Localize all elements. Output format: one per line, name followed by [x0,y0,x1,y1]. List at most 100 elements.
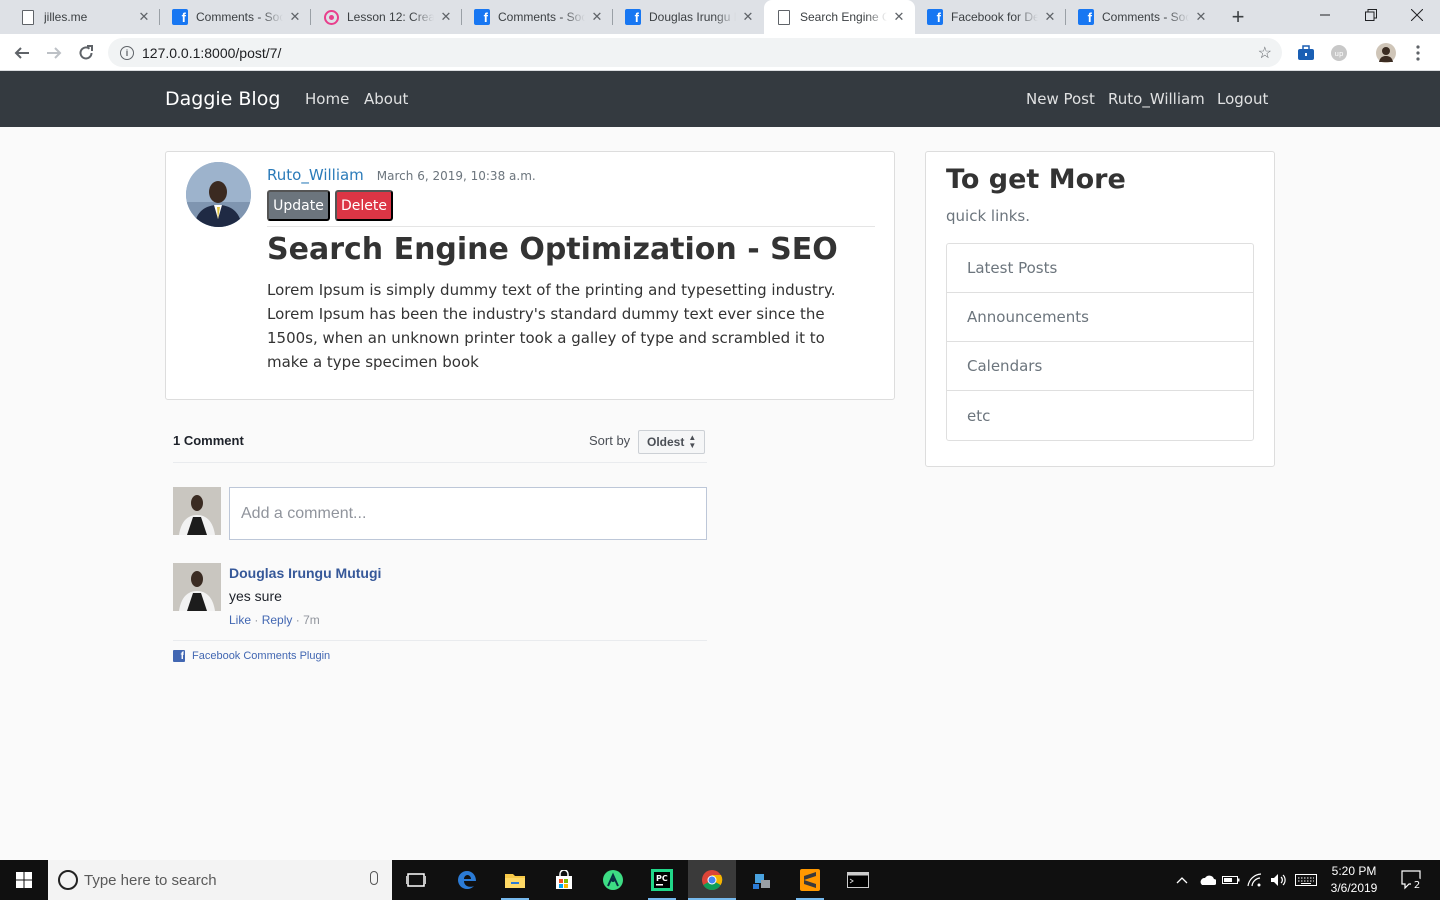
comments-header: 1 Comment Sort by Oldest ▲ ▼ [173,425,707,463]
profile-avatar[interactable] [1376,43,1396,63]
close-icon[interactable]: ✕ [1042,9,1058,25]
comment-age: 7m [303,613,320,627]
post-card: Ruto_William March 6, 2019, 10:38 a.m. U… [165,151,895,400]
tab-title: Search Engine Op [800,10,887,24]
nav-link-profile[interactable]: Ruto_William [1108,90,1205,108]
flower-icon [323,9,339,25]
comment-actions: Like · Reply · 7m [229,613,320,627]
comment-count: 1 Comment [173,433,244,448]
onedrive-icon[interactable] [1196,860,1218,900]
comment-input[interactable]: Add a comment... [229,487,707,540]
cortana-icon [58,870,78,890]
facebook-plugin-link[interactable]: Facebook Comments Plugin [192,650,330,662]
volume-icon[interactable] [1268,860,1290,900]
minimize-button[interactable] [1302,0,1348,30]
doc-icon [20,9,36,25]
browser-tab-active[interactable]: Search Engine Op ✕ [764,0,915,34]
close-icon[interactable]: ✕ [1193,9,1209,25]
update-button[interactable]: Update [267,190,330,221]
quick-link-calendars[interactable]: Calendars [947,342,1253,391]
new-tab-button[interactable]: + [1226,4,1250,29]
browser-tab[interactable]: f Comments - Social ✕ [160,0,311,34]
nav-link-new-post[interactable]: New Post [1026,90,1095,108]
extension-circle-icon[interactable]: up [1329,43,1349,63]
post-meta: Ruto_William March 6, 2019, 10:38 a.m. [267,166,536,184]
browser-tab[interactable]: Lesson 12: Create ✕ [311,0,462,34]
windows-taskbar: Type here to search PC 5:20 PM 3/6/2019 … [0,860,1440,900]
delete-button[interactable]: Delete [335,190,393,221]
taskbar-search[interactable]: Type here to search [48,860,392,900]
browser-tab[interactable]: jilles.me ✕ [8,0,160,34]
nav-link-logout[interactable]: Logout [1217,90,1268,108]
wifi-icon[interactable] [1244,860,1266,900]
info-icon[interactable]: i [120,45,134,60]
tab-title: Comments - Social [1102,10,1189,24]
close-icon[interactable]: ✕ [287,9,303,25]
android-studio-icon[interactable] [589,860,637,900]
reply-link[interactable]: Reply [262,613,293,627]
browser-tab[interactable]: f Comments - Social ✕ [1066,0,1217,34]
battery-icon[interactable] [1220,860,1242,900]
close-icon[interactable]: ✕ [589,9,605,25]
sort-select[interactable]: Oldest ▲ ▼ [638,430,706,454]
quick-link-etc[interactable]: etc [947,391,1253,440]
back-icon[interactable] [8,39,36,67]
plugin-footer: f Facebook Comments Plugin [173,640,707,662]
facebook-icon: f [173,650,185,662]
comment-text: yes sure [229,588,282,604]
file-explorer-icon[interactable] [491,860,539,900]
quick-link-latest-posts[interactable]: Latest Posts [947,244,1253,293]
commenter-name[interactable]: Douglas Irungu Mutugi [229,565,381,581]
forward-icon[interactable] [40,39,68,67]
close-icon[interactable]: ✕ [891,9,907,25]
browser-tab[interactable]: f Douglas Irungu M ✕ [613,0,764,34]
action-center-icon[interactable]: 2 [1392,860,1432,900]
sort-value: Oldest [647,435,685,449]
network-app-icon[interactable] [738,860,786,900]
url-text: 127.0.0.1:8000/post/7/ [142,44,282,61]
chevron-up-icon[interactable] [1172,860,1192,900]
facebook-icon: f [1078,9,1094,25]
browser-toolbar: i 127.0.0.1:8000/post/7/ ☆ up [0,34,1440,71]
tab-title: Comments - Social [196,10,283,24]
microphone-icon[interactable] [370,871,378,885]
browser-tab[interactable]: f Comments - Social ✕ [462,0,613,34]
close-icon[interactable]: ✕ [438,9,454,25]
brand-link[interactable]: Daggie Blog [165,88,280,110]
nav-link-about[interactable]: About [364,90,408,108]
tab-title: Comments - Social [498,10,585,24]
close-window-button[interactable] [1394,0,1440,30]
facebook-icon: f [474,9,490,25]
clock-time: 5:20 PM [1331,864,1377,878]
reload-icon[interactable] [72,39,100,67]
chrome-icon[interactable] [688,860,736,900]
like-link[interactable]: Like [229,613,251,627]
commenter-avatar[interactable] [173,563,221,611]
post-title: Search Engine Optimization - SEO [267,232,838,267]
bookmark-star-icon[interactable]: ☆ [1258,43,1272,63]
quick-link-announcements[interactable]: Announcements [947,293,1253,342]
author-avatar [186,162,251,227]
post-body: Lorem Ipsum is simply dummy text of the … [267,281,836,371]
maximize-button[interactable] [1348,0,1394,30]
svg-text:PC: PC [656,874,668,883]
address-bar[interactable]: i 127.0.0.1:8000/post/7/ ☆ [108,38,1282,67]
menu-dots-icon[interactable] [1408,43,1428,63]
author-link[interactable]: Ruto_William [267,166,364,184]
extension-briefcase-icon[interactable] [1296,43,1316,63]
sort-arrows-icon: ▲ ▼ [688,433,697,450]
terminal-icon[interactable] [834,860,882,900]
nav-link-home[interactable]: Home [305,90,349,108]
close-icon[interactable]: ✕ [136,9,152,25]
store-icon[interactable] [540,860,588,900]
taskbar-clock[interactable]: 5:20 PM 3/6/2019 [1322,863,1386,897]
task-view-icon[interactable] [392,860,440,900]
site-navbar: Daggie Blog Home About New Post Ruto_Wil… [0,71,1440,127]
windows-start-icon[interactable] [0,860,48,900]
edge-icon[interactable] [443,860,491,900]
keyboard-icon[interactable] [1293,860,1319,900]
browser-tab[interactable]: f Facebook for Dev ✕ [915,0,1066,34]
sublime-text-icon[interactable] [786,860,834,900]
pycharm-icon[interactable]: PC [638,860,686,900]
close-icon[interactable]: ✕ [740,9,756,25]
